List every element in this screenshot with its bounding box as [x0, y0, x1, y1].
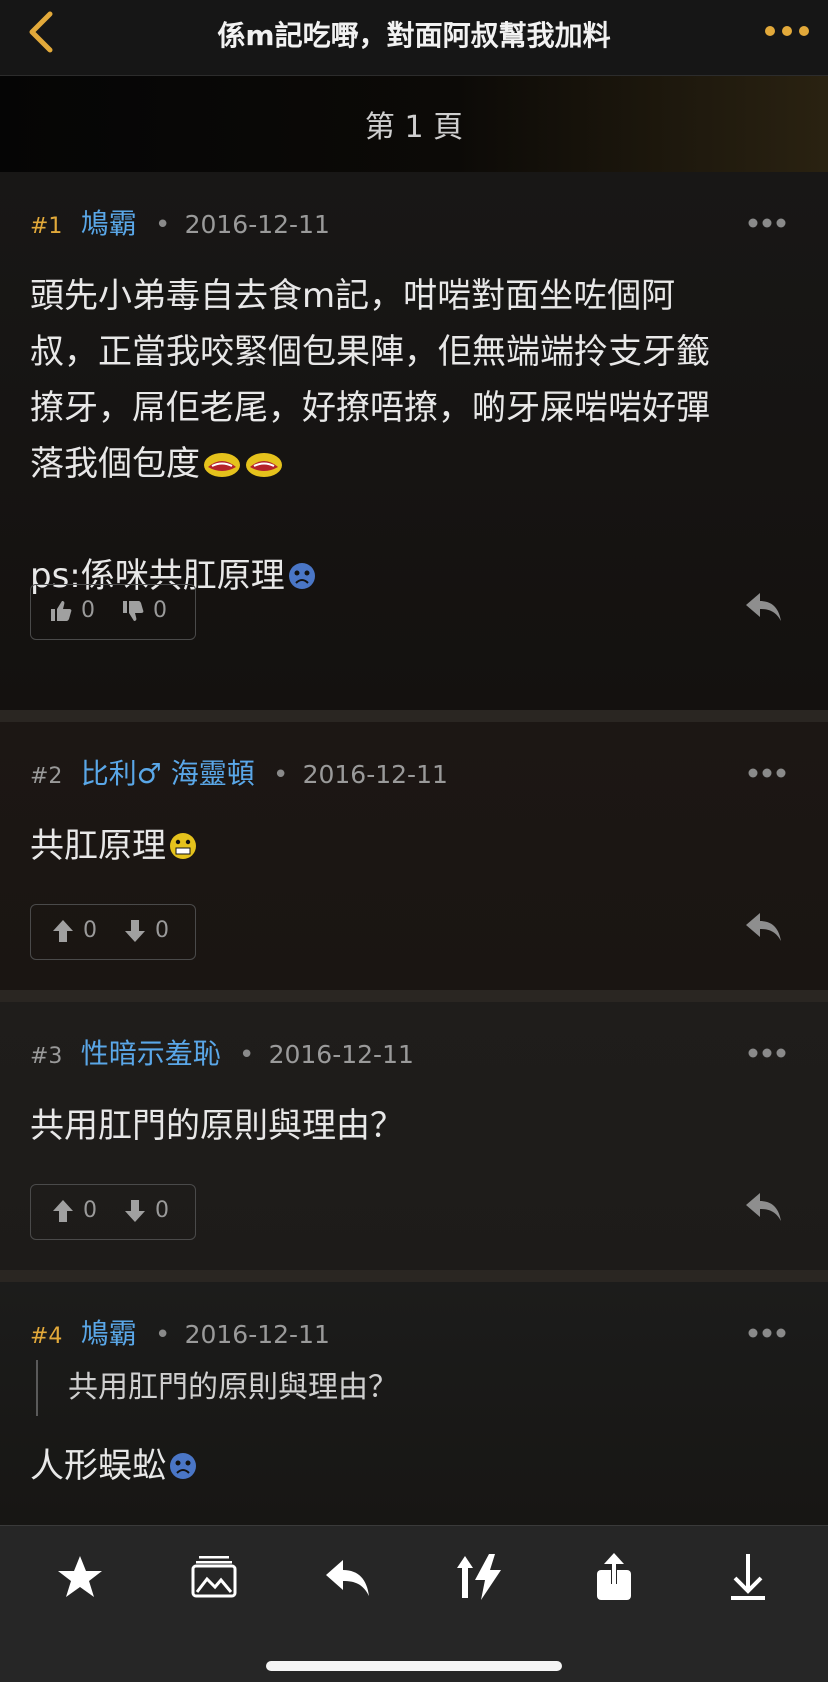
content-line: 頭先小弟毒自去食m記，咁啱對面坐咗個阿	[30, 276, 676, 316]
reply-icon	[746, 1193, 781, 1221]
content-line: 撩牙，屌佢老尾，好撩唔撩，啲牙屎啱啱好彈	[30, 388, 710, 428]
reply-icon	[746, 593, 781, 621]
sort-button[interactable]	[455, 1552, 505, 1602]
reply-icon	[746, 913, 781, 941]
post-content: 頭先小弟毒自去食m記，咁啱對面坐咗個阿 叔，正當我咬緊個包果陣，佢無端端拎支牙籤…	[30, 268, 792, 604]
share-button[interactable]	[589, 1552, 639, 1602]
downvote-count: 0	[155, 918, 169, 943]
post-header: #3 性暗示羞恥 • 2016-12-11	[30, 1032, 414, 1072]
post-item: #4 鳩霸 • 2016-12-11 共用肛門的原則與理由？ 人形蜈蚣	[0, 1282, 828, 1525]
downvote-count: 0	[155, 1198, 169, 1223]
image-icon	[191, 1556, 237, 1598]
post-more-button[interactable]	[748, 1324, 786, 1338]
post-number: #2	[30, 764, 63, 789]
post-header: #4 鳩霸 • 2016-12-11	[30, 1312, 330, 1352]
reply-button[interactable]	[744, 910, 784, 944]
content-line: 共用肛門的原則與理由？	[30, 1106, 404, 1146]
thumbs-down-icon	[123, 601, 144, 621]
post-header: #1 鳩霸 • 2016-12-11	[30, 202, 330, 242]
thumbs-up-icon	[51, 601, 72, 621]
post-more-button[interactable]	[748, 1044, 786, 1058]
top-navigation-bar: 係m記吃嘢，對面阿叔幫我加料	[0, 0, 828, 76]
post-more-button[interactable]	[748, 764, 786, 778]
dislike-count: 0	[153, 598, 167, 623]
reply-thread-button[interactable]	[323, 1552, 373, 1602]
upvote-count: 0	[83, 1198, 97, 1223]
post-date: 2016-12-11	[302, 760, 448, 789]
page-number-label: 第 1 頁	[364, 110, 464, 145]
chevron-left-icon	[29, 11, 53, 53]
post-separator	[0, 710, 828, 722]
vomit-emoji-icon	[204, 453, 240, 477]
more-horizontal-icon	[748, 1328, 786, 1338]
separator-dot: •	[238, 1040, 255, 1070]
post-separator	[0, 990, 828, 1002]
post-more-button[interactable]	[748, 214, 786, 228]
reply-button[interactable]	[744, 590, 784, 624]
username-link[interactable]: 鳩霸	[81, 207, 137, 240]
back-button[interactable]	[22, 10, 66, 54]
bottom-toolbar	[0, 1525, 828, 1682]
arrow-down-icon	[125, 920, 145, 942]
favorite-button[interactable]	[55, 1552, 105, 1602]
more-horizontal-icon	[748, 768, 786, 778]
post-date: 2016-12-11	[268, 1040, 414, 1069]
content-line: 叔，正當我咬緊個包果陣，佢無端端拎支牙籤	[30, 332, 710, 372]
arrow-down-icon	[125, 1200, 145, 1222]
post-item: #1 鳩霸 • 2016-12-11 頭先小弟毒自去食m記，咁啱對面坐咗個阿 叔…	[0, 172, 828, 710]
post-number: #1	[30, 214, 63, 239]
post-content: 共用肛門的原則與理由？	[30, 1098, 792, 1154]
separator-dot: •	[154, 1320, 171, 1350]
post-separator	[0, 1270, 828, 1282]
post-date: 2016-12-11	[184, 1320, 330, 1349]
thread-title: 係m記吃嘢，對面阿叔幫我加料	[217, 19, 611, 52]
jump-to-bottom-button[interactable]	[723, 1552, 773, 1602]
image-mode-button[interactable]	[189, 1552, 239, 1602]
arrow-up-icon	[53, 1200, 73, 1222]
upvote-count: 0	[83, 918, 97, 943]
reply-icon	[326, 1560, 369, 1596]
vote-box: 0 0	[30, 584, 196, 640]
vomit-emoji-icon	[246, 453, 282, 477]
like-count: 0	[81, 598, 95, 623]
post-number: #3	[30, 1044, 63, 1069]
post-content: 人形蜈蚣	[30, 1438, 792, 1494]
username-link[interactable]: 性暗示羞恥	[81, 1037, 221, 1070]
download-icon	[731, 1554, 765, 1600]
more-horizontal-icon	[765, 26, 809, 36]
post-number: #4	[30, 1324, 63, 1349]
thread-more-button[interactable]	[764, 20, 810, 42]
content-line: 共肛原理	[30, 818, 792, 874]
post-item: #3 性暗示羞恥 • 2016-12-11 共用肛門的原則與理由？ 0 0	[0, 1002, 828, 1270]
more-horizontal-icon	[748, 1048, 786, 1058]
sad-emoji-icon	[288, 563, 315, 589]
reply-button[interactable]	[744, 1190, 784, 1224]
separator-dot: •	[154, 210, 171, 240]
username-link[interactable]: 鳩霸	[81, 1317, 137, 1350]
vote-box: 0 0	[30, 1184, 196, 1240]
home-indicator[interactable]	[266, 1661, 562, 1671]
post-content: 共肛原理	[30, 818, 792, 874]
sad-emoji-icon	[170, 1453, 196, 1479]
quoted-post: 共用肛門的原則與理由？	[36, 1360, 398, 1416]
arrow-up-icon	[53, 920, 73, 942]
separator-dot: •	[272, 760, 289, 790]
sort-lightning-icon	[457, 1554, 501, 1600]
more-horizontal-icon	[748, 218, 786, 228]
page-indicator: 第 1 頁	[0, 76, 828, 172]
post-item: #2 比利♂ 海靈頓 • 2016-12-11 共肛原理 0 0	[0, 722, 828, 990]
post-header: #2 比利♂ 海靈頓 • 2016-12-11	[30, 752, 448, 792]
star-icon	[58, 1556, 102, 1597]
grimace-emoji-icon	[170, 833, 196, 859]
share-icon	[597, 1553, 631, 1600]
post-date: 2016-12-11	[184, 210, 330, 239]
content-line: 人形蜈蚣	[30, 1438, 792, 1494]
vote-box: 0 0	[30, 904, 196, 960]
username-link[interactable]: 比利♂ 海靈頓	[81, 757, 255, 790]
content-line: 落我個包度	[30, 436, 792, 492]
